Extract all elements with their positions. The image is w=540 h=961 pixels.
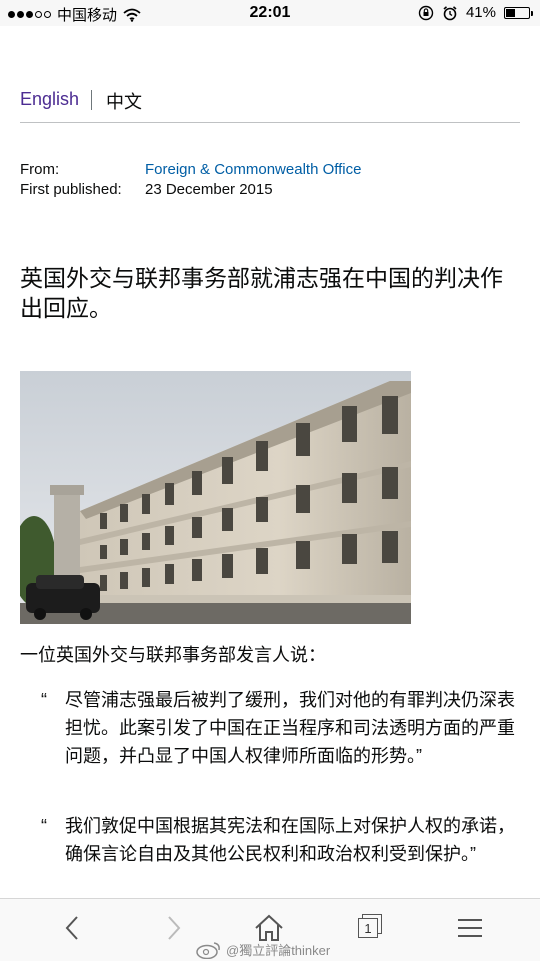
article-photo [20,371,411,624]
quote-mark: “ [41,690,47,710]
quote-mark: “ [41,816,47,836]
back-arrow-icon[interactable] [58,913,88,943]
article-title: 英国外交与联邦事务部就浦志强在中国的判决作出回应。 [20,265,503,321]
orientation-lock-icon [418,5,434,20]
signal-dot [44,11,51,18]
carrier-name: 中国移动 [57,7,118,24]
language-chinese-current: 中文 [106,92,142,112]
quote-text: 我们敦促中国根据其宪法和在国际上对保护人权的承诺，确保言论自由及其他公民权利和政… [65,816,515,864]
signal-strength-icon [8,11,51,18]
weibo-watermark: @獨立評論thinker [196,940,330,959]
signal-dot [8,11,15,18]
status-left: 中国移动 [8,4,141,25]
weibo-logo-icon [196,941,220,959]
language-divider [91,90,92,110]
meta-from-label: From: [20,161,60,178]
home-icon[interactable] [254,913,284,943]
signal-dot [17,11,24,18]
quote-block: “ 我们敦促中国根据其宪法和在国际上对保护人权的承诺，确保言论自由及其他公民权利… [41,812,515,868]
building-photo-illustration [20,371,411,624]
signal-dot [26,11,33,18]
quote-text: 尽管浦志强最后被判了缓刑，我们对他的有罪判决仍深表担忧。此案引发了中国在正当程序… [65,690,515,766]
forward-arrow-icon[interactable] [158,913,188,943]
quote-block: “ 尽管浦志强最后被判了缓刑，我们对他的有罪判决仍深表担忧。此案引发了中国在正当… [41,686,515,770]
meta-from-link[interactable]: Foreign & Commonwealth Office [145,160,361,180]
language-switcher: English 中文 [20,86,520,123]
battery-icon [504,6,533,19]
battery-fill [506,8,515,17]
signal-dot [35,11,42,18]
alarm-icon [443,5,457,20]
battery-percent: 41% [465,4,496,21]
tabs-icon[interactable]: 1 [356,913,386,943]
meta-published-label: First published: [20,181,122,198]
wifi-icon [123,8,141,22]
tab-count: 1 [358,918,378,938]
language-english-link[interactable]: English [20,89,79,110]
watermark-text: @獨立評論thinker [226,943,331,958]
menu-icon[interactable] [455,913,485,943]
meta-published-date: 23 December 2015 [145,181,273,198]
status-right: 41% [418,4,533,21]
status-bar: 中国移动 22:01 41% [0,0,540,26]
article-lead: 一位英国外交与联邦事务部发言人说： [20,645,326,665]
